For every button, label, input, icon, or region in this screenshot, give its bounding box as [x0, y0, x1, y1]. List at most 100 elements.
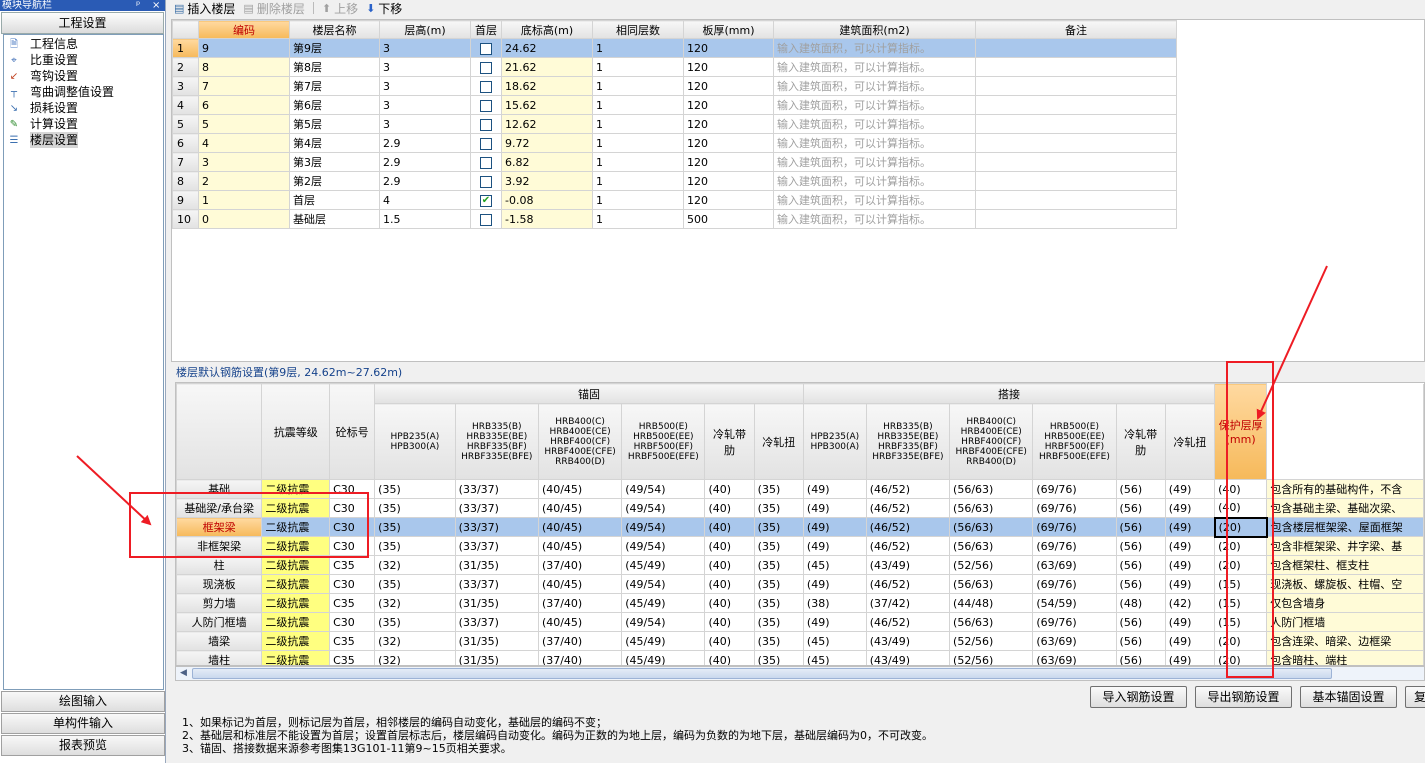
anchor-value-cell[interactable]: (40): [704, 498, 755, 518]
anchor-value-cell[interactable]: (33/37): [454, 498, 539, 518]
first-floor-checkbox[interactable]: [480, 156, 492, 169]
first-floor-cell[interactable]: [470, 152, 502, 172]
anchor-value-cell[interactable]: (33/37): [454, 517, 539, 537]
lap-value-cell[interactable]: (52/56): [949, 631, 1034, 651]
first-floor-checkbox[interactable]: [480, 99, 492, 112]
lap-value-cell[interactable]: (46/52): [865, 574, 951, 594]
base-elevation-cell[interactable]: 12.62: [501, 114, 593, 134]
slab-thickness-cell[interactable]: 500: [683, 209, 774, 229]
building-area-cell[interactable]: 输入建筑面积，可以计算指标。: [773, 95, 976, 115]
floor-height-cell[interactable]: 2.9: [379, 171, 471, 191]
floor-height-cell[interactable]: 3: [379, 57, 471, 77]
floor-row[interactable]: 10 0 基础层 1.5 -1.58 1 500 输入建筑面积，可以计算指标。: [172, 209, 1177, 229]
anchor-value-cell[interactable]: (32): [374, 650, 456, 665]
anchor-value-cell[interactable]: (45/49): [621, 631, 706, 651]
nav-item[interactable]: ↙ 弯钩设置: [4, 68, 163, 84]
base-elevation-cell[interactable]: 3.92: [501, 171, 593, 191]
anchor-value-cell[interactable]: (40): [704, 593, 755, 613]
delete-floor-button[interactable]: ▤ 删除楼层: [243, 0, 304, 17]
lap-value-cell[interactable]: (49): [1164, 574, 1216, 594]
anchor-value-cell[interactable]: (49/54): [621, 536, 706, 556]
floor-code-cell[interactable]: 9: [198, 38, 290, 58]
lap-value-cell[interactable]: (63/69): [1032, 631, 1117, 651]
row-number[interactable]: 7: [172, 152, 199, 172]
anchor-value-cell[interactable]: (37/40): [537, 593, 623, 613]
floor-code-cell[interactable]: 8: [198, 57, 290, 77]
anchor-value-cell[interactable]: (33/37): [454, 536, 539, 556]
remark-cell[interactable]: [975, 95, 1177, 115]
floor-height-cell[interactable]: 4: [379, 190, 471, 210]
lap-value-cell[interactable]: (69/76): [1032, 574, 1117, 594]
column-header[interactable]: 楼层名称: [289, 20, 380, 39]
anchor-value-cell[interactable]: (40/45): [537, 517, 623, 537]
scroll-left-icon[interactable]: ◀: [176, 667, 191, 680]
same-floors-cell[interactable]: 1: [592, 133, 684, 153]
report-preview-button[interactable]: 报表预览: [1, 735, 165, 756]
lap-value-cell[interactable]: (56): [1115, 574, 1166, 594]
lap-value-cell[interactable]: (56): [1115, 479, 1166, 499]
component-category-cell[interactable]: 剪力墙: [176, 593, 263, 613]
nav-item[interactable]: ↘ 损耗设置: [4, 100, 163, 116]
component-note-cell[interactable]: 仅包含墙身: [1266, 593, 1424, 613]
column-header[interactable]: 相同层数: [592, 20, 684, 39]
lap-value-cell[interactable]: (46/52): [865, 612, 951, 632]
floor-height-cell[interactable]: 1.5: [379, 209, 471, 229]
component-category-cell[interactable]: 柱: [176, 555, 263, 575]
lap-value-cell[interactable]: (46/52): [865, 536, 951, 556]
floor-row[interactable]: 4 6 第6层 3 15.62 1 120 输入建筑面积，可以计算指标。: [172, 95, 1177, 115]
lap-value-cell[interactable]: (54/59): [1032, 593, 1117, 613]
lap-value-cell[interactable]: (46/52): [865, 517, 951, 537]
lap-value-cell[interactable]: (56/63): [949, 536, 1034, 556]
lap-value-cell[interactable]: (49): [1164, 536, 1216, 556]
anchor-value-cell[interactable]: (40/45): [537, 479, 623, 499]
lap-value-cell[interactable]: (63/69): [1032, 650, 1117, 665]
anchor-value-cell[interactable]: (35): [374, 574, 456, 594]
lap-value-cell[interactable]: (56): [1115, 498, 1166, 518]
row-number[interactable]: 9: [172, 190, 199, 210]
component-category-cell[interactable]: 墙梁: [176, 631, 263, 651]
building-area-cell[interactable]: 输入建筑面积，可以计算指标。: [773, 57, 976, 77]
close-icon[interactable]: ×: [152, 0, 160, 11]
basic-anchor-settings-button[interactable]: 基本锚固设置: [1300, 686, 1397, 708]
floor-height-cell[interactable]: 3: [379, 95, 471, 115]
lap-value-cell[interactable]: (49): [1164, 612, 1216, 632]
seismic-level-cell[interactable]: 二级抗震: [261, 555, 331, 575]
export-rebar-settings-button[interactable]: 导出钢筋设置: [1195, 686, 1292, 708]
first-floor-checkbox[interactable]: [480, 213, 492, 226]
floor-name-cell[interactable]: 第7层: [289, 76, 380, 96]
anchor-value-cell[interactable]: (35): [753, 631, 804, 651]
slab-thickness-cell[interactable]: 120: [683, 95, 774, 115]
lap-value-cell[interactable]: (42): [1164, 593, 1216, 613]
nav-section-header[interactable]: 工程设置: [1, 12, 164, 34]
seismic-level-cell[interactable]: 二级抗震: [261, 631, 331, 651]
move-down-button[interactable]: ⬇ 下移: [366, 0, 402, 17]
seismic-level-cell[interactable]: 二级抗震: [261, 650, 331, 665]
anchor-value-cell[interactable]: (35): [753, 498, 804, 518]
lap-value-cell[interactable]: (46/52): [865, 479, 951, 499]
first-floor-cell[interactable]: [470, 57, 502, 77]
lap-value-cell[interactable]: (52/56): [949, 650, 1034, 665]
anchor-value-cell[interactable]: (45/49): [621, 555, 706, 575]
floor-name-cell[interactable]: 第3层: [289, 152, 380, 172]
floor-name-cell[interactable]: 第9层: [289, 38, 380, 58]
remark-cell[interactable]: [975, 133, 1177, 153]
column-header[interactable]: 备注: [975, 20, 1177, 39]
row-number[interactable]: 3: [172, 76, 199, 96]
anchor-value-cell[interactable]: (35): [753, 536, 804, 556]
lap-value-cell[interactable]: (69/76): [1032, 498, 1117, 518]
first-floor-cell[interactable]: [470, 114, 502, 134]
base-elevation-cell[interactable]: 6.82: [501, 152, 593, 172]
building-area-cell[interactable]: 输入建筑面积，可以计算指标。: [773, 114, 976, 134]
building-area-cell[interactable]: 输入建筑面积，可以计算指标。: [773, 209, 976, 229]
slab-thickness-cell[interactable]: 120: [683, 171, 774, 191]
anchor-value-cell[interactable]: (32): [374, 631, 456, 651]
slab-thickness-cell[interactable]: 120: [683, 152, 774, 172]
anchor-value-cell[interactable]: (35): [374, 612, 456, 632]
column-header[interactable]: 编码: [198, 20, 290, 39]
building-area-cell[interactable]: 输入建筑面积，可以计算指标。: [773, 171, 976, 191]
floor-height-cell[interactable]: 3: [379, 76, 471, 96]
remark-cell[interactable]: [975, 76, 1177, 96]
anchor-value-cell[interactable]: (31/35): [454, 593, 539, 613]
concrete-grade-cell[interactable]: C30: [329, 612, 376, 632]
row-number[interactable]: 10: [172, 209, 199, 229]
